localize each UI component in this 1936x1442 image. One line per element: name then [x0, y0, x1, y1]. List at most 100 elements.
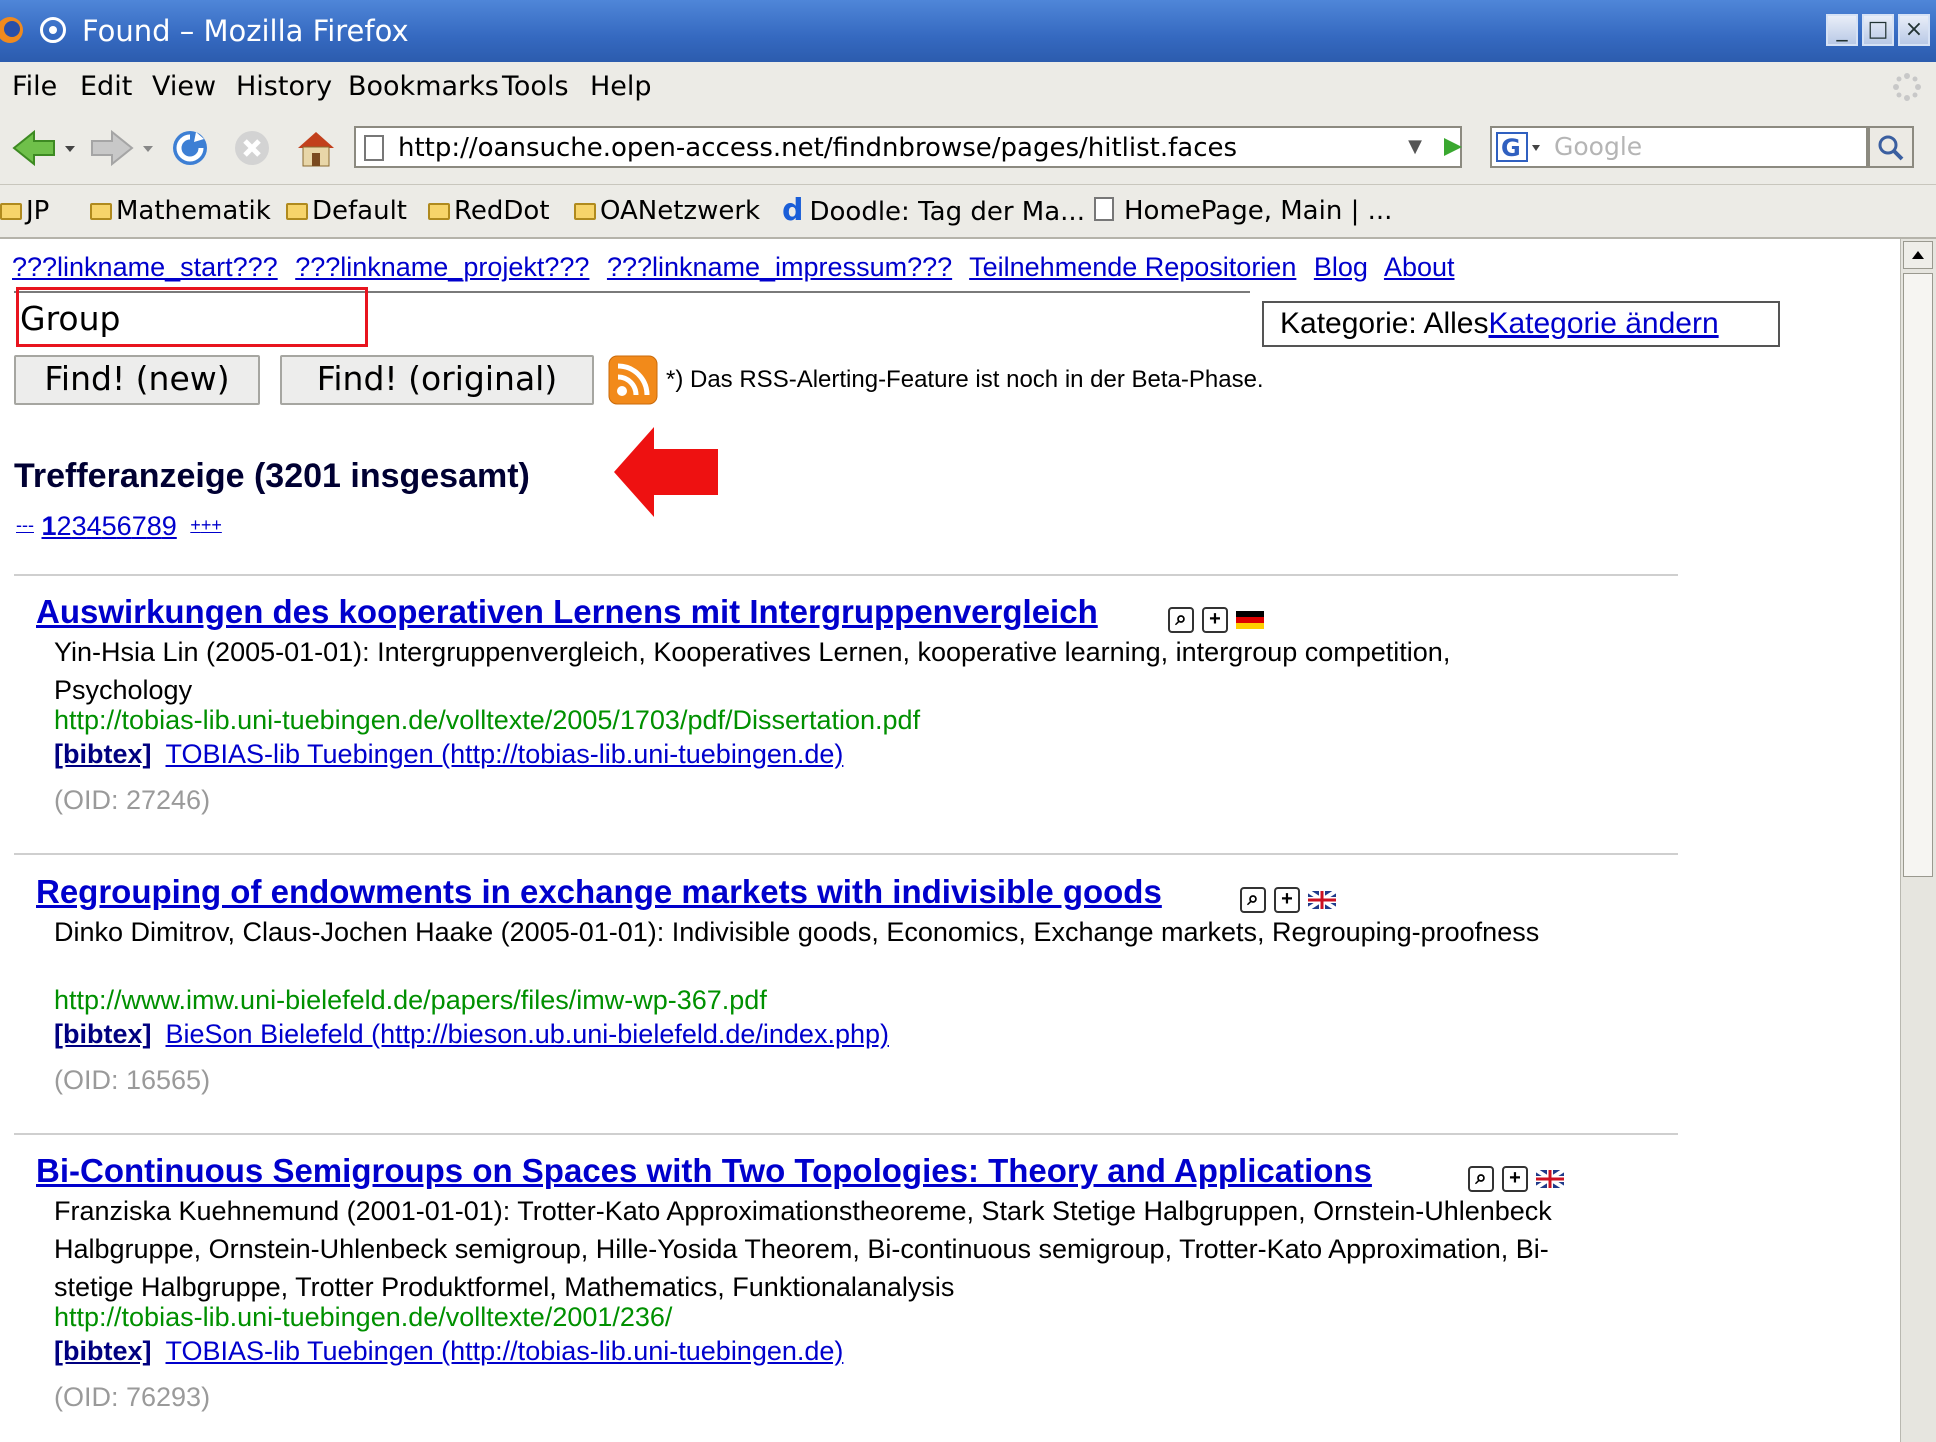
pager-page-2[interactable]: 2	[57, 511, 72, 541]
repository-link[interactable]: TOBIAS-lib Tuebingen (http://tobias-lib.…	[166, 1336, 844, 1366]
menu-history[interactable]: History	[236, 62, 332, 112]
home-icon[interactable]	[292, 126, 340, 170]
pager-first[interactable]: ---	[16, 515, 34, 535]
pager-page-7[interactable]: 7	[132, 511, 147, 541]
pager-page-8[interactable]: 8	[147, 511, 162, 541]
divider	[14, 1133, 1678, 1135]
throbber-icon	[1893, 73, 1921, 101]
result-title-link[interactable]: Regrouping of endowments in exchange mar…	[36, 873, 1162, 911]
link-blog[interactable]: Blog	[1314, 252, 1368, 282]
repository-link[interactable]: BieSon Bielefeld (http://bieson.ub.uni-b…	[166, 1019, 890, 1049]
annotation-arrow-icon	[614, 427, 718, 517]
find-original-button[interactable]: Find! (original)	[280, 355, 594, 405]
result-url: http://tobias-lib.uni-tuebingen.de/vollt…	[54, 1302, 673, 1332]
back-dropdown-icon[interactable]	[62, 126, 78, 170]
menu-bookmarks[interactable]: Bookmarks	[348, 62, 499, 112]
pager-page-1[interactable]: 1	[42, 511, 57, 541]
stop-icon[interactable]	[228, 126, 276, 170]
url-bar[interactable]: http://oansuche.open-access.net/findnbro…	[354, 126, 1462, 168]
close-button[interactable]: ×	[1898, 14, 1930, 46]
forward-icon[interactable]	[88, 126, 136, 170]
pager-page-5[interactable]: 5	[102, 511, 117, 541]
menu-tools[interactable]: Tools	[502, 62, 569, 112]
folder-icon	[90, 203, 112, 220]
forward-dropdown-icon[interactable]	[140, 126, 156, 170]
pagination: --- 123456789 +++	[16, 511, 222, 542]
rss-icon[interactable]	[608, 355, 658, 405]
link-about[interactable]: About	[1384, 252, 1455, 282]
bibtex-link[interactable]: [bibtex]	[54, 1336, 152, 1366]
bibtex-link[interactable]: [bibtex]	[54, 1019, 152, 1049]
firefox-icon[interactable]	[0, 14, 28, 46]
link-impressum[interactable]: ???linkname_impressum???	[607, 252, 952, 282]
add-icon[interactable]: +	[1274, 887, 1300, 913]
folder-icon	[0, 203, 22, 220]
result-metadata: Franziska Kuehnemund (2001-01-01): Trott…	[54, 1196, 1552, 1302]
zoom-icon[interactable]: ⌕	[1168, 607, 1194, 633]
menu-bar: File Edit View History Bookmarks Tools H…	[0, 62, 1936, 112]
window-title: Found – Mozilla Firefox	[82, 14, 409, 48]
add-icon[interactable]: +	[1202, 607, 1228, 633]
uk-flag-icon	[1536, 1170, 1564, 1188]
reload-icon[interactable]	[166, 126, 214, 170]
repository-link[interactable]: TOBIAS-lib Tuebingen (http://tobias-lib.…	[166, 739, 844, 769]
bookmark-oanetzwerk[interactable]: OANetzwerk	[574, 185, 760, 237]
link-start[interactable]: ???linkname_start???	[12, 252, 278, 282]
scroll-thumb[interactable]	[1903, 273, 1933, 877]
result-oid: (OID: 16565)	[54, 1065, 211, 1095]
link-repositorien[interactable]: Teilnehmende Repositorien	[969, 252, 1296, 282]
result-oid: (OID: 27246)	[54, 785, 211, 815]
minimize-button[interactable]: _	[1826, 14, 1858, 46]
search-input[interactable]: G Google	[1490, 126, 1868, 168]
result-url: http://tobias-lib.uni-tuebingen.de/vollt…	[54, 705, 921, 735]
pager-page-4[interactable]: 4	[87, 511, 102, 541]
search-placeholder: Google	[1554, 132, 1643, 161]
zoom-icon[interactable]: ⌕	[1240, 887, 1266, 913]
maximize-button[interactable]: □	[1862, 14, 1894, 46]
change-category-link[interactable]: Kategorie ändern	[1488, 307, 1718, 340]
rss-beta-note: *) Das RSS-Alerting-Feature ist noch in …	[666, 366, 1264, 393]
navigation-toolbar: http://oansuche.open-access.net/findnbro…	[0, 112, 1936, 185]
pager-page-9[interactable]: 9	[162, 511, 177, 541]
pager-next[interactable]: +	[190, 515, 201, 535]
url-dropdown-icon[interactable]: ▼	[1400, 126, 1430, 168]
menu-view[interactable]: View	[152, 62, 216, 112]
vertical-scrollbar[interactable]	[1900, 239, 1936, 1442]
folder-icon	[428, 203, 450, 220]
find-new-button[interactable]: Find! (new)	[14, 355, 260, 405]
uk-flag-icon	[1308, 891, 1336, 909]
menu-help[interactable]: Help	[590, 62, 652, 112]
bookmark-mathematik[interactable]: Mathematik	[90, 185, 271, 237]
page-icon	[1094, 197, 1114, 221]
menu-file[interactable]: File	[12, 62, 57, 112]
pager-last[interactable]: ++	[201, 515, 222, 535]
window-menu-icon[interactable]	[40, 17, 66, 43]
url-text[interactable]: http://oansuche.open-access.net/findnbro…	[398, 128, 1237, 168]
scroll-up-button[interactable]	[1903, 241, 1933, 269]
google-engine-icon[interactable]: G	[1496, 132, 1544, 162]
menu-edit[interactable]: Edit	[80, 62, 132, 112]
link-projekt[interactable]: ???linkname_projekt???	[295, 252, 589, 282]
pager-page-6[interactable]: 6	[117, 511, 132, 541]
bibtex-link[interactable]: [bibtex]	[54, 739, 152, 769]
result-title-link[interactable]: Auswirkungen des kooperativen Lernens mi…	[36, 593, 1098, 631]
svg-text:G: G	[1501, 134, 1521, 162]
bookmark-homepage[interactable]: HomePage, Main | ...	[1094, 185, 1392, 237]
page-icon	[364, 135, 384, 161]
pager-page-3[interactable]: 3	[72, 511, 87, 541]
back-icon[interactable]	[10, 126, 58, 170]
bookmark-default[interactable]: Default	[286, 185, 407, 237]
bookmark-doodle[interactable]: d Doodle: Tag der Ma...	[782, 185, 1085, 238]
result-source: [bibtex] TOBIAS-lib Tuebingen (http://tob…	[54, 739, 843, 770]
folder-icon	[286, 203, 308, 220]
result-title-link[interactable]: Bi-Continuous Semigroups on Spaces with …	[36, 1152, 1372, 1190]
search-icon[interactable]	[1868, 126, 1914, 168]
zoom-icon[interactable]: ⌕	[1468, 1166, 1494, 1192]
go-icon[interactable]	[1434, 126, 1470, 168]
german-flag-icon	[1236, 611, 1264, 629]
bookmarks-toolbar: JP Mathematik Default RedDot OANetzwerk …	[0, 185, 1936, 239]
add-icon[interactable]: +	[1502, 1166, 1528, 1192]
bookmark-reddot[interactable]: RedDot	[428, 185, 550, 237]
bookmark-jp[interactable]: JP	[0, 185, 49, 237]
hits-heading: Trefferanzeige (3201 insgesamt)	[14, 457, 530, 495]
